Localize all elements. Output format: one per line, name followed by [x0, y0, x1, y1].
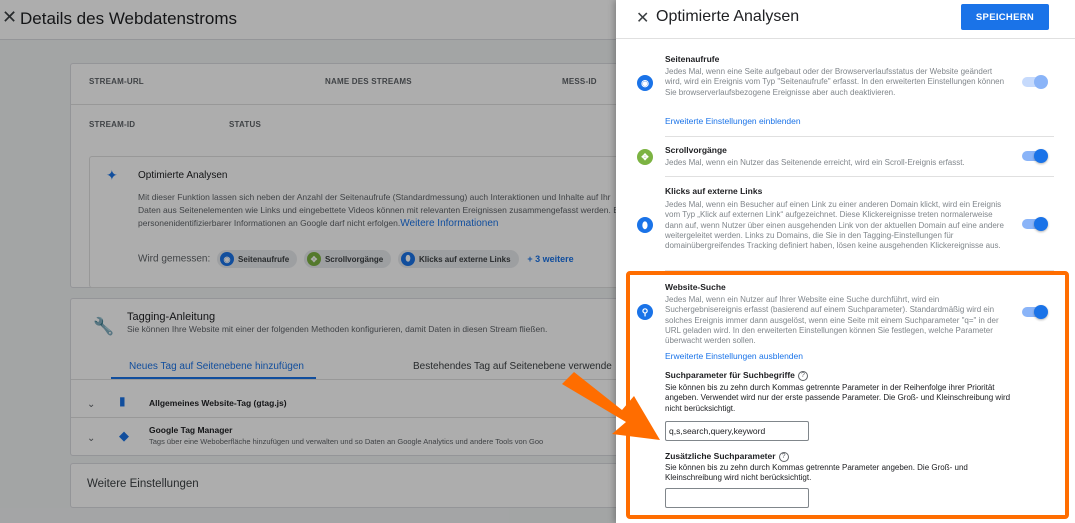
toggle-knob	[1034, 75, 1048, 89]
toggle-knob	[1034, 149, 1048, 163]
section-desc-outbound-clicks: Jedes Mal, wenn ein Besucher auf einen L…	[665, 200, 1004, 251]
search-params-title: Suchparameter für Suchbegriffe?	[665, 370, 808, 381]
section-desc-scrolls: Jedes Mal, wenn ein Nutzer das Seitenend…	[665, 158, 965, 167]
search-params-input[interactable]	[665, 421, 809, 441]
section-title-site-search: Website-Suche	[665, 282, 726, 292]
section-desc-page-views: Jedes Mal, wenn eine Seite aufgebaut ode…	[665, 67, 1005, 97]
section-title-page-views: Seitenaufrufe	[665, 54, 720, 64]
save-button[interactable]: SPEICHERN	[961, 4, 1049, 30]
close-icon[interactable]: ✕	[636, 8, 649, 28]
search-icon: ⚲	[637, 304, 653, 320]
divider	[665, 136, 1054, 137]
crosshair-icon: ✥	[637, 149, 653, 165]
section-desc-site-search: Jedes Mal, wenn ein Nutzer auf Ihrer Web…	[665, 295, 999, 346]
extra-params-input[interactable]	[665, 488, 809, 508]
panel-title: Optimierte Analysen	[656, 8, 800, 25]
field-title-text: Suchparameter für Suchbegriffe	[665, 370, 795, 380]
toggle-knob	[1034, 305, 1048, 319]
extra-params-desc: Sie können bis zu zehn durch Kommas getr…	[665, 463, 968, 483]
show-advanced-settings-link[interactable]: Erweiterte Einstellungen einblenden	[665, 116, 801, 126]
divider	[665, 176, 1054, 177]
scrolls-toggle[interactable]	[1022, 149, 1048, 163]
divider	[665, 270, 1054, 271]
outbound-clicks-toggle[interactable]	[1022, 217, 1048, 231]
mouse-icon: ⬮	[637, 217, 653, 233]
field-title-text: Zusätzliche Suchparameter	[665, 451, 776, 461]
arrow-annotation	[562, 372, 660, 440]
section-title-scrolls: Scrollvorgänge	[665, 145, 727, 155]
site-search-toggle[interactable]	[1022, 305, 1048, 319]
arrow-shape	[562, 372, 660, 440]
page-views-toggle[interactable]	[1022, 75, 1048, 89]
toggle-knob	[1034, 217, 1048, 231]
help-icon[interactable]: ?	[778, 451, 789, 462]
help-icon[interactable]: ?	[797, 370, 808, 381]
extra-params-title: Zusätzliche Suchparameter?	[665, 451, 789, 462]
divider	[616, 38, 1075, 39]
section-title-outbound-clicks: Klicks auf externe Links	[665, 186, 763, 196]
hide-advanced-settings-link[interactable]: Erweiterte Einstellungen ausblenden	[665, 351, 803, 361]
enhanced-measurement-panel: ✕ Optimierte Analysen SPEICHERN ◉ Seiten…	[616, 0, 1075, 523]
eye-icon: ◉	[637, 75, 653, 91]
search-params-desc: Sie können bis zu zehn durch Kommas getr…	[665, 383, 1011, 413]
